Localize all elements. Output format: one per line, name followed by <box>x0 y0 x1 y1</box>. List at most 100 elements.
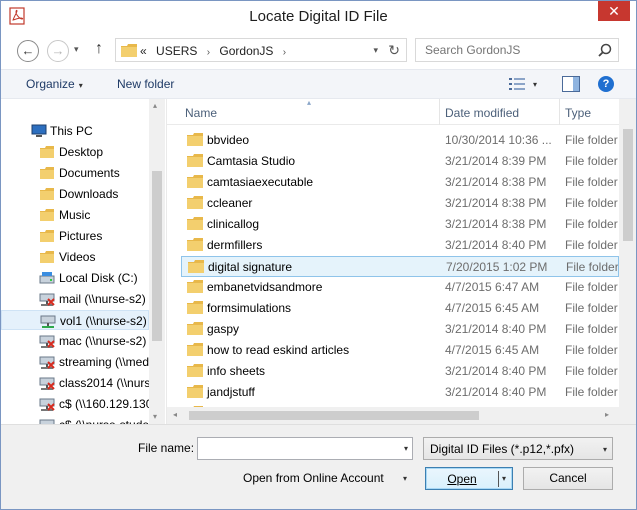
file-date-modified: 3/21/2014 8:39 PM <box>445 154 547 168</box>
folder-icon <box>187 238 203 251</box>
file-date-modified: 3/21/2014 8:40 PM <box>445 364 547 378</box>
view-options-icon[interactable] <box>509 78 525 90</box>
file-list-horizontal-thumb[interactable] <box>189 411 479 420</box>
folder-icon <box>187 301 203 314</box>
computer-icon <box>31 124 47 137</box>
column-divider[interactable] <box>559 99 560 125</box>
column-header-date-modified[interactable]: Date modified <box>445 106 519 120</box>
file-date-modified: 4/7/2015 6:45 AM <box>445 301 540 315</box>
arrow-right-icon: → <box>51 43 65 58</box>
scroll-left-icon[interactable]: ◂ <box>173 410 177 419</box>
file-date-modified: 3/21/2014 8:38 PM <box>445 217 547 231</box>
up-one-level-icon[interactable]: ↑ <box>95 40 103 58</box>
file-type: File folder <box>565 280 618 294</box>
column-header-type[interactable]: Type <box>565 106 591 120</box>
file-row[interactable]: Camtasia Studio 3/21/2014 8:39 PM File fol… <box>181 151 619 172</box>
new-folder-button[interactable]: New folder <box>117 77 174 91</box>
view-dropdown-icon[interactable]: ▾ <box>533 80 537 89</box>
file-name: camtasiaexecutable <box>207 175 314 189</box>
sidebar-item[interactable]: mail (\\nurse-s2) <box>1 289 149 309</box>
file-row[interactable]: dermfillers 3/21/2014 8:40 PM File folder <box>181 235 619 256</box>
file-type-select[interactable]: Digital ID Files (*.p12,*.pfx) ▾ <box>423 437 613 460</box>
sidebar-item-label: Pictures <box>59 229 103 243</box>
file-list-vertical-scrollbar[interactable] <box>619 99 636 407</box>
file-list-vertical-thumb[interactable] <box>623 129 633 241</box>
folder-icon <box>187 175 203 188</box>
sidebar-item[interactable]: Local Disk (C:) <box>1 268 149 288</box>
navigation-scroll-thumb[interactable] <box>152 171 162 341</box>
sidebar-item[interactable]: Videos <box>1 247 149 267</box>
sidebar-item[interactable]: class2014 (\\nurs <box>1 373 149 393</box>
address-overflow[interactable]: « <box>140 44 147 58</box>
help-icon[interactable]: ? <box>598 76 614 92</box>
disconnected-drive-icon <box>39 335 55 348</box>
navigation-scrollbar[interactable]: ▴ ▾ <box>149 99 165 424</box>
file-row[interactable]: clinicallog 3/21/2014 8:38 PM File folder <box>181 214 619 235</box>
arrow-left-icon: ← <box>21 43 35 58</box>
folder-icon <box>188 260 204 273</box>
file-row[interactable]: formsimulations 4/7/2015 6:45 AM File fold… <box>181 298 619 319</box>
folder-icon <box>40 188 54 200</box>
chevron-down-icon[interactable]: ▾ <box>404 444 408 453</box>
search-box[interactable] <box>415 38 619 62</box>
chevron-right-icon[interactable]: › <box>283 47 286 58</box>
sidebar-item[interactable]: Documents <box>1 163 149 183</box>
open-label: Open <box>447 472 477 486</box>
sidebar-item[interactable]: mac (\\nurse-s2) <box>1 331 149 351</box>
file-row[interactable]: info sheets 3/21/2014 8:40 PM File folder <box>181 361 619 382</box>
address-segment-users[interactable]: USERS <box>156 44 197 58</box>
open-options-chevron-icon[interactable]: ▾ <box>502 474 506 483</box>
forward-button[interactable]: → <box>47 40 69 62</box>
refresh-icon[interactable]: ↻ <box>388 42 400 59</box>
search-icon[interactable] <box>598 43 612 57</box>
title-bar[interactable]: Locate Digital ID File ✕ <box>1 1 636 31</box>
file-row[interactable]: camtasiaexecutable 3/21/2014 8:38 PM File … <box>181 172 619 193</box>
file-name-label: File name: <box>138 441 195 455</box>
sidebar-item[interactable]: Music <box>1 205 149 225</box>
file-row[interactable]: gaspy 3/21/2014 8:40 PM File folder <box>181 319 619 340</box>
scroll-right-icon[interactable]: ▸ <box>605 410 609 419</box>
organize-button[interactable]: Organize ▾ <box>26 77 83 91</box>
file-row[interactable]: jandjstuff 3/21/2014 8:40 PM File folder <box>181 382 619 403</box>
search-input[interactable] <box>416 39 596 61</box>
column-header-name[interactable]: Name <box>185 106 217 120</box>
sidebar-item-label: Videos <box>59 250 96 264</box>
file-name-combobox[interactable]: ▾ <box>197 437 413 460</box>
chevron-right-icon[interactable]: › <box>207 47 210 58</box>
file-row[interactable]: how to read eskind articles 4/7/2015 6:45… <box>181 340 619 361</box>
scroll-up-icon[interactable]: ▴ <box>153 101 157 110</box>
cancel-button[interactable]: Cancel <box>523 467 613 490</box>
column-divider[interactable] <box>439 99 440 125</box>
open-from-online-account-button[interactable]: Open from Online Account <box>243 471 384 485</box>
open-button[interactable]: Open ▾ <box>425 467 513 490</box>
close-button[interactable]: ✕ <box>598 1 630 21</box>
file-list-horizontal-scrollbar[interactable]: ◂ ▸ <box>167 407 636 424</box>
recent-locations-caret-icon[interactable]: ▾ <box>74 44 79 55</box>
file-type: File folder <box>565 217 618 231</box>
back-button[interactable]: ← <box>17 40 39 62</box>
sidebar-item-label: Local Disk (C:) <box>59 271 138 285</box>
sidebar-item[interactable]: This PC <box>1 121 149 141</box>
scroll-down-icon[interactable]: ▾ <box>153 412 157 421</box>
file-row[interactable]: ccleaner 3/21/2014 8:38 PM File folder <box>181 193 619 214</box>
file-name-input[interactable] <box>198 438 394 459</box>
chevron-down-icon[interactable]: ▾ <box>373 45 378 56</box>
locate-digital-id-dialog: Locate Digital ID File ✕ ← → ▾ ↑ « USERS… <box>0 0 637 510</box>
file-row[interactable]: digital signature 7/20/2015 1:02 PM File f… <box>181 256 619 277</box>
chevron-down-icon[interactable]: ▾ <box>403 474 407 483</box>
sidebar-item[interactable]: c$ (\\160.129.130 <box>1 394 149 414</box>
file-row[interactable]: embanetvidsandmore 4/7/2015 6:47 AM File f… <box>181 277 619 298</box>
sidebar-item[interactable]: Downloads <box>1 184 149 204</box>
address-segment-gordonjs[interactable]: GordonJS <box>219 44 273 58</box>
sidebar-item[interactable]: streaming (\\med <box>1 352 149 372</box>
sidebar-item[interactable]: Desktop <box>1 142 149 162</box>
sidebar-item[interactable]: c$ (\\nurse-stude <box>1 415 149 424</box>
address-bar[interactable]: « USERS › GordonJS › ▾ ↻ <box>115 38 407 62</box>
file-type: File folder <box>565 301 618 315</box>
sidebar-item[interactable]: Pictures <box>1 226 149 246</box>
file-type-value: Digital ID Files (*.p12,*.pfx) <box>430 442 575 456</box>
file-row[interactable]: bbvideo 10/30/2014 10:36 ... File folder <box>181 130 619 151</box>
sidebar-item[interactable]: vol1 (\\nurse-s2) <box>1 310 149 330</box>
sidebar-item-label: vol1 (\\nurse-s2) <box>60 314 147 328</box>
preview-pane-icon[interactable] <box>562 76 580 92</box>
